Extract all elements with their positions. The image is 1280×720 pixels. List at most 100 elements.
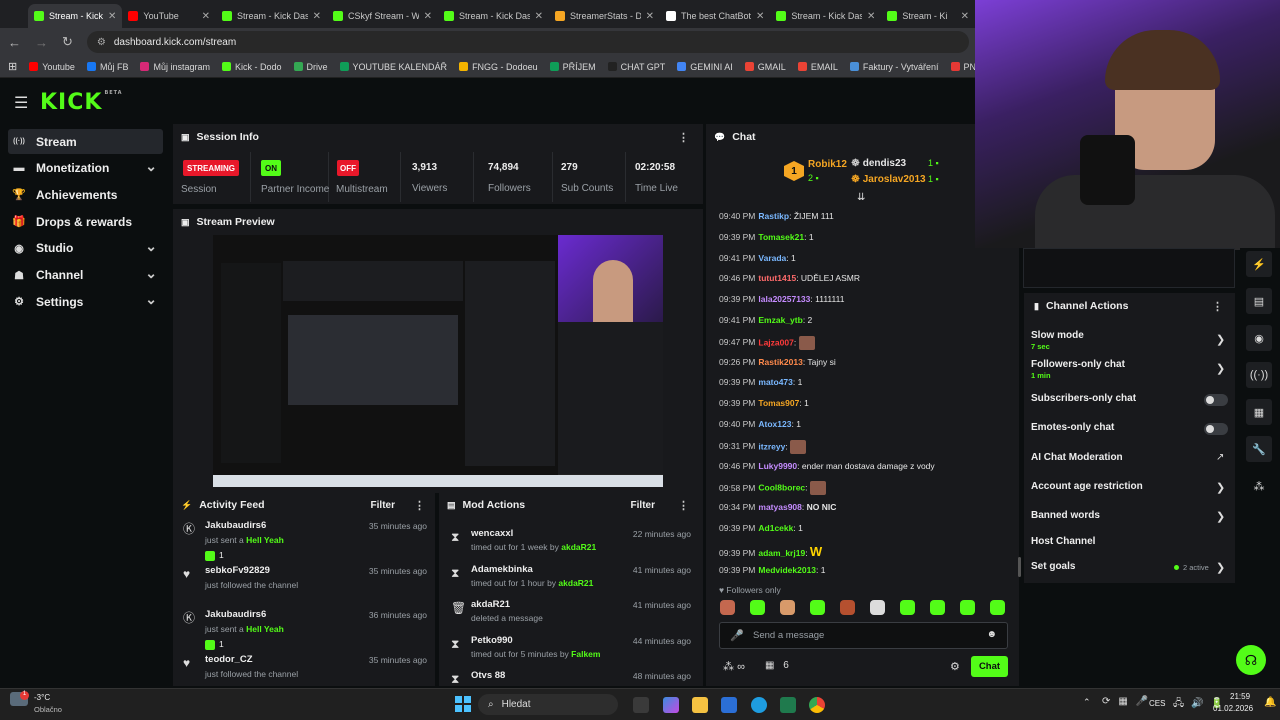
chat-username[interactable]: mato473 xyxy=(758,377,793,387)
chat-bubble-icon[interactable]: ◉ xyxy=(1246,325,1272,351)
broadcast-icon[interactable]: ((·)) xyxy=(1246,362,1272,388)
emote-icon[interactable] xyxy=(900,600,915,615)
chat-username[interactable]: Atox123 xyxy=(758,419,791,429)
close-icon[interactable]: ✕ xyxy=(867,11,875,22)
external-link-icon[interactable]: ↗ xyxy=(1216,452,1224,463)
sidebar-item-stream[interactable]: ((·)) Stream xyxy=(8,129,163,154)
channel-action-set-goals[interactable]: Set goals xyxy=(1031,561,1075,572)
viewers-icon[interactable]: ⁂ ∞ xyxy=(723,660,745,673)
browser-tab[interactable]: Stream - Kick Das ✕ xyxy=(216,4,327,28)
close-icon[interactable]: ✕ xyxy=(424,11,432,22)
mod-action-user[interactable]: wencaxxl xyxy=(471,528,513,539)
chat-username[interactable]: Luky9990 xyxy=(758,461,797,471)
sidebar-item-channel[interactable]: ☗ Channel ⌄ xyxy=(8,263,163,288)
chat-username[interactable]: tutut1415 xyxy=(758,273,796,283)
bookmark-item[interactable]: Faktury - Vytváření xyxy=(849,62,939,72)
channel-action-followers-only-chat[interactable]: Followers-only chat xyxy=(1031,359,1125,370)
bookmark-item[interactable]: Můj instagram xyxy=(140,62,210,72)
taskbar-search[interactable]: ⌕ Hledat xyxy=(478,694,618,715)
activity-user[interactable]: Jakubaudirs6 xyxy=(205,609,266,620)
mod-action-user[interactable]: Adamekbinka xyxy=(471,564,533,575)
activity-user[interactable]: sebkoFv92829 xyxy=(205,565,270,576)
channel-action-banned-words[interactable]: Banned words xyxy=(1031,510,1100,521)
outlook-icon[interactable] xyxy=(721,697,737,713)
emoji-icon[interactable]: ☻ xyxy=(986,629,997,640)
mod-filter-button[interactable]: Filter xyxy=(631,500,655,511)
close-icon[interactable]: ✕ xyxy=(756,11,764,22)
emote-icon[interactable] xyxy=(810,600,825,615)
browser-tab[interactable]: StreamerStats - D ✕ xyxy=(549,4,660,28)
site-info-icon[interactable]: ⚙ xyxy=(97,37,106,48)
kick-logo[interactable]: KICK BETA xyxy=(40,90,123,115)
bookmark-item[interactable]: Youtube xyxy=(29,62,75,72)
channel-action-host-channel[interactable]: Host Channel xyxy=(1031,536,1095,547)
emote-icon[interactable] xyxy=(930,600,945,615)
menu-icon[interactable]: ☰ xyxy=(14,93,28,113)
emote-icon[interactable] xyxy=(780,600,795,615)
close-icon[interactable]: ✕ xyxy=(202,11,210,22)
tray-chevron-icon[interactable]: ⌃ xyxy=(1083,697,1091,708)
browser-tab[interactable]: YouTube ✕ xyxy=(122,4,216,28)
channel-action-emotes-only-chat[interactable]: Emotes-only chat xyxy=(1031,422,1114,433)
mod-action-by[interactable]: akdaR21 xyxy=(561,542,596,552)
mod-action-by[interactable]: akdaR21 xyxy=(558,578,593,588)
chat-username[interactable]: Tomasek21 xyxy=(758,232,804,242)
chat-send-button[interactable]: Chat xyxy=(971,656,1008,677)
browser-tab[interactable]: The best ChatBot ✕ xyxy=(660,4,770,28)
chrome-icon[interactable] xyxy=(809,697,825,713)
support-icon[interactable]: ☊ xyxy=(1236,645,1266,675)
users-icon[interactable]: ⁂ xyxy=(1246,473,1272,499)
bookmark-item[interactable]: YOUTUBE KALENDÁŘ xyxy=(339,62,447,72)
session-menu-icon[interactable]: ⋮ xyxy=(678,131,689,144)
bookmark-item[interactable]: Drive xyxy=(293,62,328,72)
mod-action-by[interactable]: Falkem xyxy=(571,649,600,659)
chat-username[interactable]: lala20257133 xyxy=(758,294,810,304)
activity-user[interactable]: Jakubaudirs6 xyxy=(205,520,266,531)
chat-username[interactable]: adam_krj19 xyxy=(758,548,805,558)
top-gifter-3[interactable]: ☸ Jaroslav2013 xyxy=(851,174,926,185)
reload-icon[interactable]: ↻ xyxy=(62,34,73,50)
chevron-right-icon[interactable]: ❯ xyxy=(1216,333,1225,346)
chevron-right-icon[interactable]: ❯ xyxy=(1216,481,1225,494)
browser-tab[interactable]: CSkyf Stream - W ✕ xyxy=(327,4,438,28)
chat-username[interactable]: Emzak_ytb xyxy=(758,315,802,325)
sidebar-item-settings[interactable]: ⚙ Settings ⌄ xyxy=(8,289,163,314)
task-view-icon[interactable] xyxy=(633,697,649,713)
channel-action-slow-mode[interactable]: Slow mode xyxy=(1031,330,1084,341)
excel-icon[interactable] xyxy=(780,697,796,713)
stream-preview-video[interactable] xyxy=(213,235,663,487)
mod-tools-icon[interactable]: ▦ xyxy=(1246,399,1272,425)
bookmark-item[interactable]: Můj FB xyxy=(86,62,128,72)
sidebar-item-achievements[interactable]: 🏆 Achievements xyxy=(8,182,163,207)
bookmark-item[interactable]: PŘÍJEM xyxy=(549,62,596,72)
sidebar-item-studio[interactable]: ◉ Studio ⌄ xyxy=(8,236,163,261)
channel-action-subscribers-only-chat[interactable]: Subscribers-only chat xyxy=(1031,393,1136,404)
chat-username[interactable]: matyas908 xyxy=(758,502,801,512)
emote-icon[interactable] xyxy=(870,600,885,615)
wrench-icon[interactable]: 🔧 xyxy=(1246,436,1272,462)
bookmark-item[interactable]: FNGG - Dodoeu xyxy=(459,62,538,72)
lightning-icon[interactable]: ⚡ xyxy=(1246,251,1272,277)
channel-action-account-age-restriction[interactable]: Account age restriction xyxy=(1031,481,1143,492)
apps-icon[interactable]: ⊞ xyxy=(8,60,17,73)
chat-username[interactable]: Tomas907 xyxy=(758,398,799,408)
chevron-right-icon[interactable]: ❯ xyxy=(1216,362,1225,375)
chevron-right-icon[interactable]: ❯ xyxy=(1216,561,1225,574)
emote-icon[interactable] xyxy=(720,600,735,615)
browser-tab[interactable]: Stream - Kick ✕ xyxy=(28,4,123,28)
chat-username[interactable]: Lajza007 xyxy=(758,337,793,347)
gift-icon[interactable]: ▦ 6 xyxy=(765,660,789,671)
top-gifter-2[interactable]: ☸ dendis23 xyxy=(851,158,906,169)
file-explorer-icon[interactable] xyxy=(692,697,708,713)
browser-tab[interactable]: Stream - Kick Das ✕ xyxy=(438,4,549,28)
chat-username[interactable]: Medvidek2013 xyxy=(758,565,816,575)
emote-icon[interactable] xyxy=(960,600,975,615)
chat-username[interactable]: Varada xyxy=(758,253,786,263)
back-icon[interactable]: ← xyxy=(8,35,21,50)
close-icon[interactable]: ✕ xyxy=(961,11,969,22)
chat-username[interactable]: Cool8borec xyxy=(758,483,805,493)
bookmark-item[interactable]: Kick - Dodo xyxy=(221,62,282,72)
emote-icon[interactable] xyxy=(750,600,765,615)
mod-action-user[interactable]: akdaR21 xyxy=(471,599,510,610)
chat-input[interactable]: 🎤 Send a message ☻ xyxy=(719,622,1008,649)
